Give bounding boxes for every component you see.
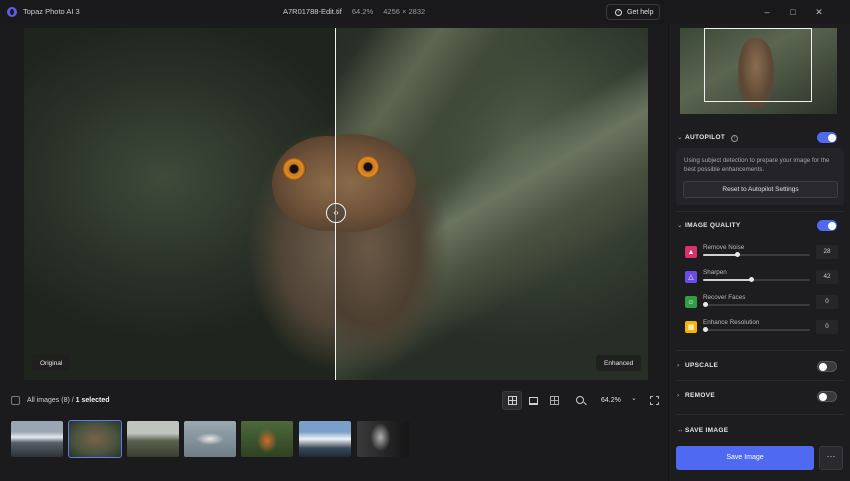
section-divider [676,350,844,351]
remove-noise-icon: ▲ [685,246,697,258]
upscale-header[interactable]: › UPSCALE [677,362,718,369]
slider-handle[interactable] [749,277,754,282]
get-help-label: Get help [627,8,654,16]
toggle-knob [819,362,827,371]
get-help-button[interactable]: ? Get help [606,4,660,20]
autopilot-header[interactable]: ⌄ AUTOPILOT i [677,133,739,142]
remove-noise-slider[interactable] [703,252,810,257]
slider-fill [703,279,751,281]
grid-view-icon [507,396,517,405]
thumbnail-fox[interactable] [241,421,293,457]
app-title: Topaz Photo AI 3 [23,7,80,16]
image-quality-header[interactable]: ⌄ IMAGE QUALITY [677,221,741,229]
fit-to-screen-icon[interactable] [650,396,659,405]
thumbnail-owl[interactable] [68,420,122,458]
selected-count: 1 selected [75,397,110,404]
enhance-resolution-slider[interactable] [703,327,810,332]
section-divider [676,211,844,212]
image-quality-toggle[interactable] [817,220,837,231]
recover-faces-slider[interactable] [703,302,810,307]
split-view-button[interactable] [544,391,564,410]
help-icon: ? [615,8,622,16]
selection-separator: / [71,397,74,404]
autopilot-description: Using subject detection to prepare your … [684,157,830,173]
file-dimensions: 4256 × 2832 [383,7,426,16]
thumbnail-snowy-mountain[interactable] [299,421,351,457]
enhanced-label: Enhanced [596,355,642,371]
chevron-right-icon: › [677,392,680,399]
autopilot-toggle[interactable] [817,132,837,143]
recover-faces-icon: ☺ [685,296,697,308]
sharpen-slider[interactable] [703,277,810,282]
owl-eye [282,158,306,180]
maximize-icon[interactable]: □ [786,5,800,19]
app-logo-icon [7,7,17,17]
file-info: A7R01788-Edit.tif 64.2% 4256 × 2832 [283,7,433,16]
single-view-button[interactable] [523,391,543,410]
remove-toggle[interactable] [817,391,837,402]
slider-fill [703,254,737,256]
remove-title: REMOVE [685,392,715,399]
image-quality-title: IMAGE QUALITY [685,222,741,229]
reset-autopilot-button[interactable]: Reset to Autopilot Settings [683,181,838,198]
info-icon[interactable]: i [731,135,739,142]
save-image-button[interactable]: Save Image [676,446,814,470]
file-zoom: 64.2% [351,7,374,16]
grid-view-button[interactable] [502,391,522,410]
autopilot-title: AUTOPILOT [685,134,726,141]
split-view-icon [549,396,559,405]
minimize-icon[interactable]: – [760,5,774,19]
thumbnail-bird[interactable] [184,421,236,457]
close-icon[interactable]: ✕ [812,5,826,19]
toggle-knob [827,221,836,230]
enhance-resolution-label: Enhance Resolution [703,319,760,326]
upscale-toggle[interactable] [817,361,837,372]
split-handle-icon[interactable]: ‹› [326,203,346,223]
zoom-icon[interactable] [576,396,584,404]
toggle-knob [819,392,827,401]
remove-noise-value[interactable]: 28 [816,245,838,259]
thumbnail-portrait[interactable] [357,421,409,457]
recover-faces-value[interactable]: 0 [816,295,838,309]
enhance-resolution-value[interactable]: 0 [816,320,838,334]
original-label: Original [32,355,71,371]
slider-handle[interactable] [703,327,708,332]
section-divider [676,380,844,381]
sharpen-label: Sharpen [703,269,727,276]
chevron-right-icon: › [677,362,680,369]
chevron-down-icon[interactable]: ⌄ [631,394,637,402]
section-divider [676,414,844,415]
selection-summary: All images (8) / 1 selected [27,397,110,404]
sharpen-value[interactable]: 42 [816,270,838,284]
slider-handle[interactable] [735,252,740,257]
owl-eye [356,156,380,178]
save-image-header[interactable]: ↔SAVE IMAGE [677,427,728,434]
enhance-resolution-icon: ▦ [685,321,697,333]
save-image-title: SAVE IMAGE [685,427,729,434]
zoom-value[interactable]: 64.2% [601,397,621,404]
chevron-down-icon: ⌄ [677,134,683,141]
upscale-title: UPSCALE [685,362,719,369]
slider-handle[interactable] [703,302,708,307]
navigator-viewport-frame[interactable] [704,28,812,102]
more-options-button[interactable]: ··· [819,446,843,470]
sharpen-icon: △ [685,271,697,283]
thumbnail-moose[interactable] [127,421,179,457]
file-name: A7R01788-Edit.tif [283,7,342,16]
toggle-knob [827,133,836,142]
remove-noise-label: Remove Noise [703,244,745,251]
recover-faces-label: Recover Faces [703,294,746,301]
image-viewer[interactable]: ‹› Original Enhanced [24,28,648,380]
select-all-checkbox[interactable] [11,396,20,405]
thumbnail-mountain[interactable] [11,421,63,457]
save-arrows-icon: ↔ [677,427,684,434]
chevron-down-icon: ⌄ [677,222,683,229]
single-view-icon [528,396,538,405]
remove-header[interactable]: › REMOVE [677,392,715,399]
all-images-label: All images (8) [27,397,70,404]
